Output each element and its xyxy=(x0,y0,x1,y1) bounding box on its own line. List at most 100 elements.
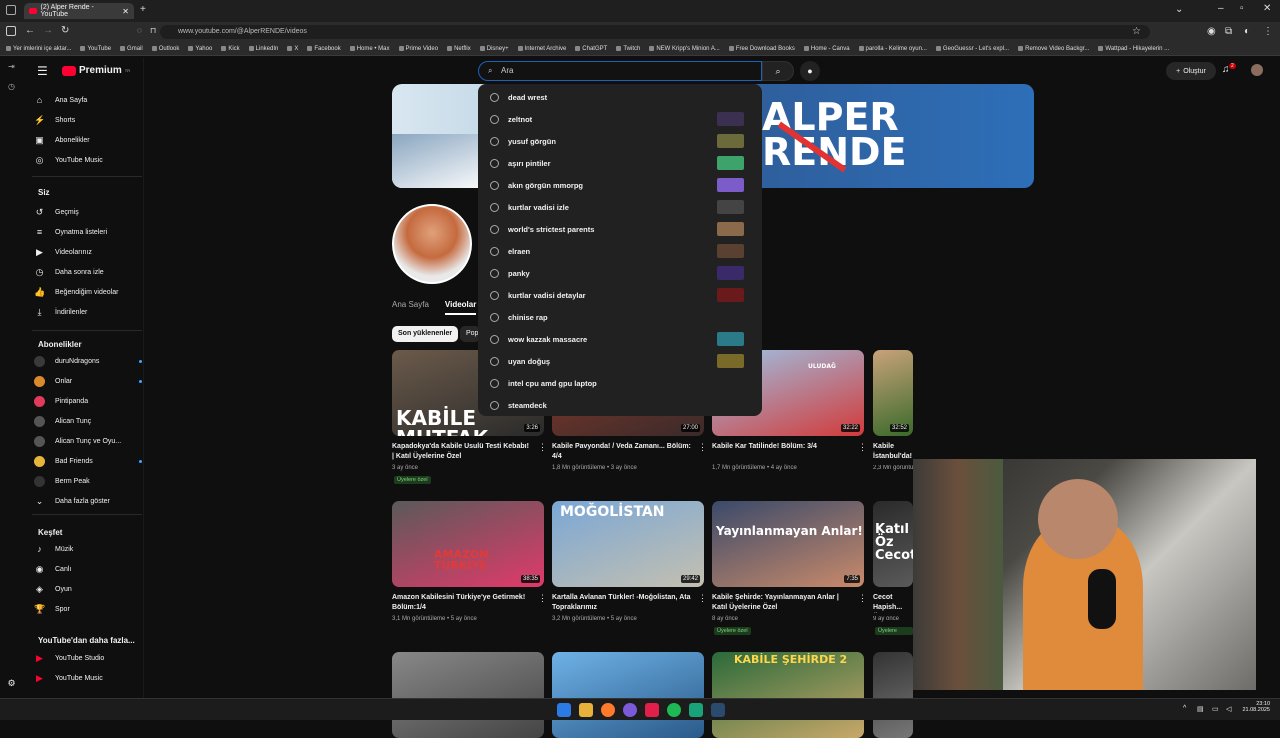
subscription-item[interactable]: Alican Tunç ve Oyu... xyxy=(34,433,144,449)
extensions-icon[interactable]: ⧉ xyxy=(1225,26,1232,37)
video-thumbnail[interactable]: AMAZON TÜRKİYE 38:35 xyxy=(392,501,544,587)
bookmark-item[interactable]: Netflix xyxy=(447,46,471,52)
video-title[interactable]: Kabile Şehirde: Yayınlanmayan Anlar | Ka… xyxy=(712,593,852,613)
bookmark-item[interactable]: X xyxy=(287,46,298,52)
bookmark-item[interactable]: Wattpad - Hikayelerin ... xyxy=(1098,46,1169,52)
browser-tab[interactable]: (2) Alper Rende - YouTube ✕ xyxy=(24,3,134,19)
search-button[interactable]: ⌕ xyxy=(762,61,794,81)
video-title[interactable]: Kabile Kar Tatilinde! Bölüm: 3/4 xyxy=(712,442,852,452)
sidebar-item-3[interactable]: ◎ YouTube Music xyxy=(34,152,144,168)
steam-icon[interactable] xyxy=(711,703,725,717)
video-menu-dots-icon[interactable]: ⋮ xyxy=(858,593,867,604)
bookmark-item[interactable]: Outlook xyxy=(151,46,179,52)
search-input[interactable]: ⌕ Ara xyxy=(478,61,762,81)
sidebar-you-item[interactable]: 👍 Beğendiğim videolar xyxy=(34,284,144,300)
video-thumbnail[interactable]: 32:52 xyxy=(873,350,913,436)
subscription-item[interactable]: Pintipanda xyxy=(34,393,144,409)
create-button[interactable]: + Oluştur xyxy=(1166,62,1216,80)
bookmark-item[interactable]: NEW Kripp's Minion A... xyxy=(649,46,720,52)
sidebar-you-header[interactable]: Siz xyxy=(38,188,50,197)
firefox-icon[interactable] xyxy=(601,703,615,717)
tab-actions-icon[interactable] xyxy=(6,5,16,15)
suggestion-item[interactable]: zeltnot xyxy=(478,108,762,130)
profile-icon[interactable]: ◉ xyxy=(1207,26,1216,37)
sidebar-toggle-icon[interactable] xyxy=(6,26,16,36)
video-thumbnail[interactable] xyxy=(873,652,913,738)
ai-icon[interactable]: ◐ xyxy=(1244,26,1250,37)
suggestion-item[interactable]: yusuf görgün xyxy=(478,130,762,152)
bookmark-item[interactable]: YouTube xyxy=(80,46,111,52)
explore-item[interactable]: ◈ Oyun xyxy=(34,581,144,597)
sidebar-you-item[interactable]: ◷ Daha sonra izle xyxy=(34,264,144,280)
bookmark-item[interactable]: Kick xyxy=(221,46,240,52)
network-icon[interactable]: ▤ xyxy=(1197,705,1204,713)
shield-icon[interactable]: ◌ xyxy=(137,26,142,35)
close-tab-icon[interactable]: ✕ xyxy=(122,7,129,16)
bookmark-item[interactable]: Gmail xyxy=(120,46,143,52)
url-field[interactable]: www.youtube.com/@AlperRENDE/videos xyxy=(160,25,1150,39)
subscription-item[interactable]: Onlar xyxy=(34,373,144,389)
minimize-icon[interactable]: – xyxy=(1218,3,1224,14)
sidebar-you-item[interactable]: ▶ Videolarınız xyxy=(34,244,144,260)
suggestion-item[interactable]: uyan doğuş xyxy=(478,350,762,372)
channel-avatar[interactable] xyxy=(392,204,472,284)
suggestion-item[interactable]: intel cpu amd gpu laptop xyxy=(478,372,762,394)
video-thumbnail[interactable]: Katıl Öz Cecot! xyxy=(873,501,913,587)
suggestion-item[interactable]: akın görgün mmorpg xyxy=(478,174,762,196)
settings-gear-icon[interactable]: ⚙ xyxy=(6,678,17,689)
bookmark-item[interactable]: Yahoo xyxy=(188,46,212,52)
video-thumbnail[interactable] xyxy=(392,652,544,738)
bookmark-item[interactable]: Home - Canva xyxy=(803,46,850,52)
volume-icon[interactable]: ◁ xyxy=(1226,705,1231,713)
video-title[interactable]: Kapadokya'da Kabile Usulü Testi Kebabı! … xyxy=(392,442,532,462)
video-menu-dots-icon[interactable]: ⋮ xyxy=(698,593,707,604)
bookmark-item[interactable]: Yer imlerini içe aktar... xyxy=(6,46,71,52)
discord-icon[interactable] xyxy=(623,703,637,717)
voice-search-button[interactable]: ● xyxy=(800,61,820,81)
video-thumbnail[interactable]: KABİLE ŞEHİRDE 2 xyxy=(712,652,864,738)
video-menu-dots-icon[interactable]: ⋮ xyxy=(858,442,867,453)
forward-icon[interactable]: → xyxy=(43,25,53,36)
subscription-item[interactable]: Bad Friends xyxy=(34,453,144,469)
video-title[interactable]: Kartalla Avlanan Türkler! -Moğolistan, A… xyxy=(552,593,692,613)
youtube-app-item[interactable]: ▶ YouTube Studio xyxy=(34,650,144,666)
bookmark-item[interactable]: Prime Video xyxy=(398,46,438,52)
maximize-icon[interactable]: ▫ xyxy=(1240,3,1244,14)
bookmark-item[interactable]: LinkedIn xyxy=(248,46,278,52)
lock-icon[interactable]: ⊓ xyxy=(150,26,156,35)
video-menu-dots-icon[interactable]: ⋮ xyxy=(698,442,707,453)
chip-popular[interactable]: Pop xyxy=(460,326,480,342)
bookmark-item[interactable]: GeoGuessr - Let's expl... xyxy=(935,46,1009,52)
start-icon[interactable] xyxy=(557,703,571,717)
video-thumbnail[interactable] xyxy=(552,652,704,738)
video-title[interactable]: Amazon Kabilesini Türkiye'ye Getirmek! B… xyxy=(392,593,532,613)
suggestion-item[interactable]: kurtlar vadisi detaylar xyxy=(478,284,762,306)
video-menu-dots-icon[interactable]: ⋮ xyxy=(538,593,547,604)
suggestion-item[interactable]: world's strictest parents xyxy=(478,218,762,240)
subscription-item[interactable]: Alican Tunç xyxy=(34,413,144,429)
bookmark-item[interactable]: Internet Archive xyxy=(517,46,566,52)
obs-icon[interactable] xyxy=(689,703,703,717)
suggestion-item[interactable]: aşırı pintiler xyxy=(478,152,762,174)
tab-search-icon[interactable]: ⌄ xyxy=(1175,4,1183,15)
video-title[interactable]: Kabile İstanbul'da! Bölüm:2/4 xyxy=(873,442,913,462)
video-title[interactable]: Cecot Hapish... Üyelerine Öz... xyxy=(873,593,913,613)
tray-chevron-icon[interactable]: ^ xyxy=(1183,705,1186,712)
left-rail-icon[interactable]: ◷ xyxy=(8,82,15,91)
bookmark-item[interactable]: Free Download Books xyxy=(728,46,795,52)
video-menu-dots-icon[interactable]: ⋮ xyxy=(538,442,547,453)
bookmark-star-icon[interactable]: ☆ xyxy=(1132,26,1141,37)
tab-videos[interactable]: Videolar xyxy=(444,300,477,315)
close-window-icon[interactable]: ✕ xyxy=(1263,3,1271,14)
sidebar-you-item[interactable]: ⤓ İndirilenler xyxy=(34,304,144,320)
chip-latest[interactable]: Son yüklenenler xyxy=(392,326,459,342)
suggestion-item[interactable]: wow kazzak massacre xyxy=(478,328,762,350)
file-explorer-icon[interactable] xyxy=(579,703,593,717)
sidebar-item-0[interactable]: ⌂ Ana Sayfa xyxy=(34,92,144,108)
explore-item[interactable]: 🏆 Spor xyxy=(34,601,144,617)
webtoon-icon[interactable] xyxy=(645,703,659,717)
suggestion-item[interactable]: dead wrest xyxy=(478,86,762,108)
sidebar-you-item[interactable]: ↺ Geçmiş xyxy=(34,204,144,220)
menu-dots-icon[interactable]: ⋮ xyxy=(1263,26,1273,37)
back-icon[interactable]: ← xyxy=(25,25,35,36)
